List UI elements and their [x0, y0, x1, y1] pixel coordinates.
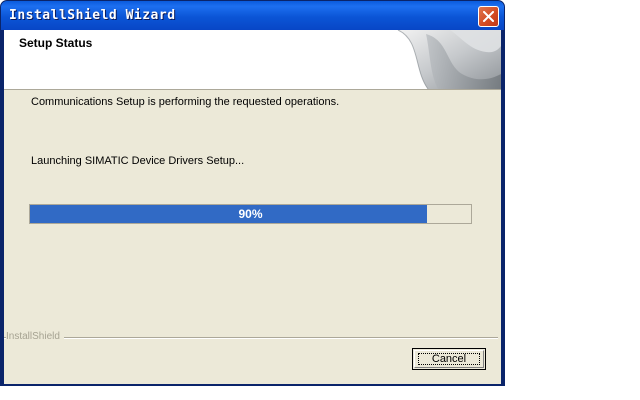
- brand-divider: InstallShield: [4, 331, 501, 343]
- divider-line: [4, 337, 498, 339]
- close-button[interactable]: [478, 6, 499, 27]
- window-title: InstallShield Wizard: [9, 8, 176, 23]
- close-icon: [483, 11, 494, 22]
- dialog-client-area: Setup Status Communications Setup is per…: [4, 30, 501, 384]
- status-message: Communications Setup is performing the r…: [31, 96, 340, 108]
- installshield-brand-label: InstallShield: [6, 331, 64, 343]
- cancel-button-label: Cancel: [431, 353, 467, 365]
- wizard-banner-icon: [397, 30, 501, 89]
- current-action-text: Launching SIMATIC Device Drivers Setup..…: [31, 155, 245, 167]
- progress-bar: 90%: [29, 204, 472, 224]
- page-title: Setup Status: [19, 36, 93, 50]
- header-banner: Setup Status: [4, 30, 501, 90]
- installshield-wizard-window: InstallShield Wizard Setup Status Commun…: [0, 0, 505, 386]
- title-bar[interactable]: InstallShield Wizard: [1, 1, 504, 30]
- cancel-button[interactable]: Cancel: [412, 348, 486, 370]
- progress-percent-label: 90%: [238, 207, 263, 221]
